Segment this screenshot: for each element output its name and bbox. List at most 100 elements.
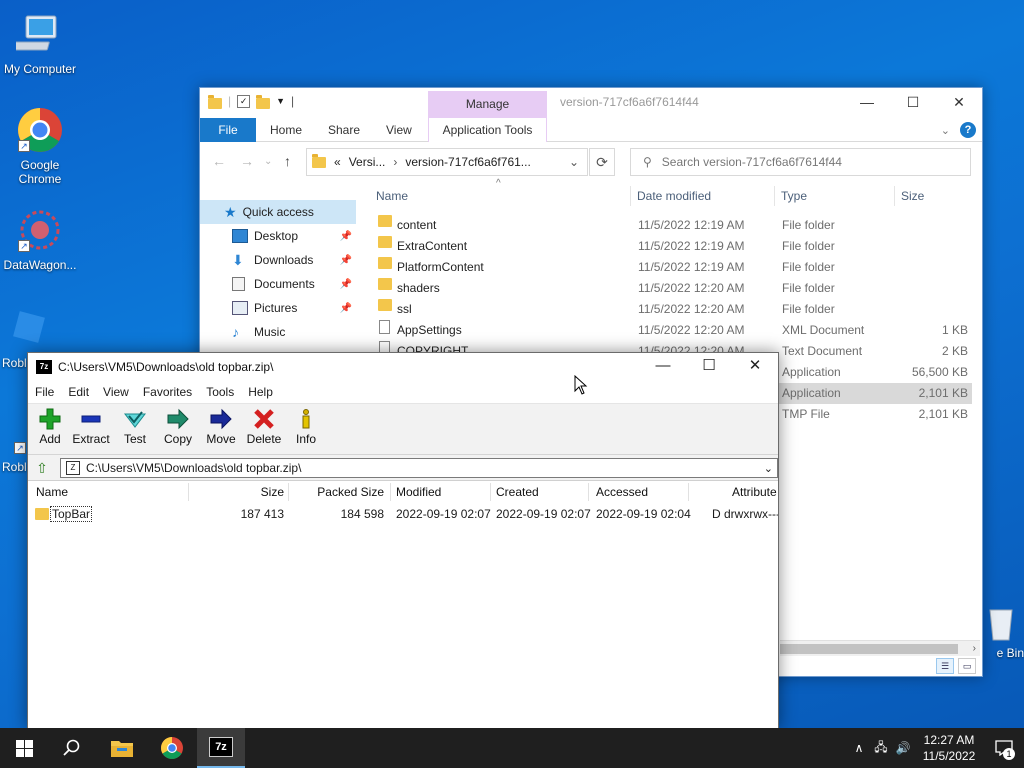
search-input[interactable]: ⚲ Search version-717cf6a6f7614f44 — [630, 148, 971, 176]
column-header-date[interactable]: Date modified — [637, 182, 711, 210]
file-row[interactable]: ssl 11/5/2022 12:20 AM File folder — [372, 299, 972, 320]
file-row[interactable]: ExtraContent 11/5/2022 12:19 AM File folde… — [372, 236, 972, 257]
menu-help[interactable]: Help — [248, 385, 273, 399]
minimize-button[interactable]: — — [640, 353, 686, 381]
network-icon[interactable]: 🖧 — [870, 738, 892, 759]
refresh-button[interactable]: ⟳ — [589, 148, 615, 176]
menu-file[interactable]: File — [35, 385, 54, 399]
column-separator[interactable] — [630, 186, 631, 206]
folder-icon — [378, 257, 392, 269]
notification-center-button[interactable]: 1 — [984, 728, 1024, 768]
desktop-icon-datawagon[interactable]: ↗ DataWagon... — [0, 206, 80, 272]
volume-icon[interactable]: 🔊 — [892, 741, 914, 755]
ribbon-expand-icon[interactable]: ⌄ — [941, 124, 950, 137]
details-view-icon[interactable]: ☰ — [936, 658, 954, 674]
archive-row-name: TopBar — [50, 506, 93, 522]
column-separator[interactable] — [390, 483, 391, 501]
taskbar-7zip[interactable]: 7z — [197, 728, 245, 768]
tab-file[interactable]: File — [200, 118, 256, 142]
extract-button[interactable]: Extract — [69, 408, 113, 446]
column-header-accessed[interactable]: Accessed — [596, 481, 648, 503]
menu-favorites[interactable]: Favorites — [143, 385, 192, 399]
file-row[interactable]: content 11/5/2022 12:19 AM File folder — [372, 215, 972, 236]
sevenzip-window[interactable]: 7z C:\Users\VM5\Downloads\old topbar.zip… — [27, 352, 779, 729]
start-button[interactable] — [0, 728, 48, 768]
menu-view[interactable]: View — [103, 385, 129, 399]
new-folder-icon[interactable] — [256, 94, 271, 109]
column-header-size[interactable]: Size — [188, 481, 284, 503]
minimize-button[interactable]: — — [844, 88, 890, 118]
taskbar-chrome[interactable] — [148, 728, 196, 768]
maximize-button[interactable]: ☐ — [686, 353, 732, 381]
close-button[interactable]: ✕ — [732, 353, 778, 381]
column-separator[interactable] — [774, 186, 775, 206]
shortcut-arrow-icon: ↗ — [14, 442, 26, 454]
column-separator[interactable] — [490, 483, 491, 501]
breadcrumb-segment-2[interactable]: version-717cf6a6f761... — [405, 155, 530, 169]
horizontal-scrollbar[interactable]: › — [780, 640, 980, 656]
maximize-button[interactable]: ☐ — [890, 88, 936, 118]
column-header-type[interactable]: Type — [781, 182, 807, 210]
chrome-icon: ↗ — [16, 106, 64, 154]
menu-tools[interactable]: Tools — [206, 385, 234, 399]
folder-icon[interactable] — [208, 94, 222, 109]
test-button[interactable]: Test — [113, 408, 157, 446]
manage-context-tab[interactable]: Manage — [428, 91, 547, 118]
info-button[interactable]: Info — [284, 408, 328, 446]
up-arrow-icon[interactable]: ↑ — [284, 153, 291, 169]
help-icon[interactable]: ? — [960, 122, 976, 138]
column-header-modified[interactable]: Modified — [396, 481, 441, 503]
column-header-created[interactable]: Created — [496, 481, 539, 503]
tab-home[interactable]: Home — [270, 118, 302, 142]
column-header-attributes[interactable]: Attribute — [732, 481, 777, 503]
desktop-icon-my-computer[interactable]: My Computer — [0, 10, 80, 76]
column-separator[interactable] — [588, 483, 589, 501]
column-header-name[interactable]: Name — [376, 182, 408, 210]
forward-arrow-icon[interactable]: → — [240, 153, 254, 169]
scrollbar-thumb[interactable] — [780, 644, 958, 654]
sevenzip-toolbar: Add Extract Test Copy Move Delete Info — [28, 403, 778, 455]
large-icons-view-icon[interactable]: ▭ — [958, 658, 976, 674]
column-header-size[interactable]: Size — [901, 182, 924, 210]
file-row[interactable]: PlatformContent 11/5/2022 12:19 AM File fo… — [372, 257, 972, 278]
menu-edit[interactable]: Edit — [68, 385, 89, 399]
recent-locations-icon[interactable]: ⌄ — [264, 156, 272, 167]
back-arrow-icon[interactable]: ← — [212, 153, 226, 169]
scroll-right-icon[interactable]: › — [973, 641, 976, 657]
up-folder-icon[interactable]: ⇧ — [32, 459, 52, 477]
column-separator[interactable] — [894, 186, 895, 206]
sevenzip-title-bar[interactable]: 7z C:\Users\VM5\Downloads\old topbar.zip… — [28, 353, 778, 381]
path-input[interactable]: Z C:\Users\VM5\Downloads\old topbar.zip\… — [60, 458, 778, 478]
qat-dropdown-icon[interactable]: ▼ — [276, 96, 285, 106]
tab-view[interactable]: View — [386, 118, 412, 142]
address-dropdown-icon[interactable]: ⌄ — [569, 155, 579, 169]
file-row-name: content — [397, 218, 437, 232]
taskbar-file-explorer[interactable] — [98, 728, 146, 768]
delete-button[interactable]: Delete — [242, 408, 286, 446]
add-button[interactable]: Add — [28, 408, 72, 446]
path-dropdown-icon[interactable]: ⌄ — [764, 462, 773, 475]
column-separator[interactable] — [688, 483, 689, 501]
address-overflow[interactable]: « — [334, 155, 341, 169]
file-row[interactable]: AppSettings 11/5/2022 12:20 AM XML Documen… — [372, 320, 972, 341]
archive-row[interactable]: TopBar 187 413 184 598 2022-09-19 02:07 … — [28, 505, 778, 523]
tab-application-tools[interactable]: Application Tools — [428, 118, 547, 142]
explorer-title-bar[interactable]: | ✓ ▼ | Manage version-717cf6a6f7614f44 … — [200, 88, 982, 118]
column-header-name[interactable]: Name — [36, 481, 68, 503]
address-bar[interactable]: « Versi... › version-717cf6a6f761... ⌄ — [306, 148, 588, 176]
column-header-packed-size[interactable]: Packed Size — [288, 481, 384, 503]
move-button[interactable]: Move — [199, 408, 243, 446]
qat-divider: | — [291, 94, 295, 108]
notification-count: 1 — [1003, 748, 1015, 760]
search-button[interactable] — [48, 728, 96, 768]
clock[interactable]: 12:27 AM 11/5/2022 — [914, 732, 984, 764]
breadcrumb-segment-1[interactable]: Versi... — [349, 155, 386, 169]
desktop-icon-google-chrome[interactable]: ↗ Google Chrome — [0, 106, 80, 186]
chevron-up-icon[interactable]: ∧ — [848, 741, 870, 755]
properties-icon[interactable]: ✓ — [237, 94, 251, 108]
close-button[interactable]: ✕ — [936, 88, 982, 118]
copy-button[interactable]: Copy — [156, 408, 200, 446]
tab-share[interactable]: Share — [328, 118, 360, 142]
archive-row-attributes: D drwxrwx--- — [712, 507, 778, 521]
file-row[interactable]: shaders 11/5/2022 12:20 AM File folder — [372, 278, 972, 299]
